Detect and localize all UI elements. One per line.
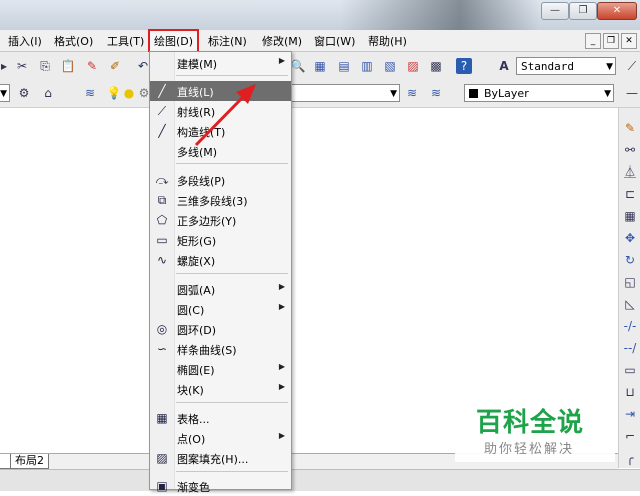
annotation-arrow-shaft (194, 92, 248, 147)
annotation-arrow (194, 84, 256, 147)
